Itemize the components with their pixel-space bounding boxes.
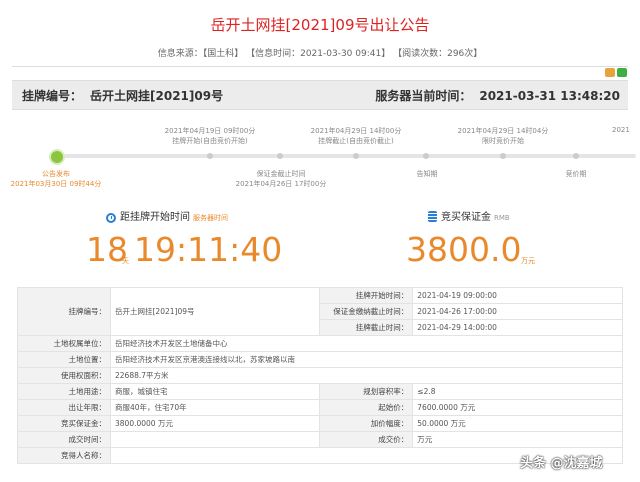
table-label: 成交时间： xyxy=(17,431,111,448)
coins-icon xyxy=(428,211,437,222)
deposit-unit: 万元 xyxy=(521,257,535,265)
table-value: 万元 xyxy=(412,431,623,448)
timeline-dot xyxy=(423,153,429,159)
article-meta: 信息来源：【国土科】 【信息时间：2021-03-30 09:41】 【阅读次数… xyxy=(0,46,640,59)
listing-number-value: 岳开土网挂[2021]09号 xyxy=(90,89,224,103)
timeline-top-date: 2021年04月19日 09时00分 xyxy=(164,127,256,135)
countdown-label: 距挂牌开始时间 xyxy=(120,212,190,223)
timeline-dot xyxy=(277,153,283,159)
table-label: 加价幅度： xyxy=(319,415,414,432)
table-value: 7600.0000 万元 xyxy=(412,399,623,416)
info-time-value: 2021-03-30 09:41】 xyxy=(300,49,391,59)
timeline-bottom-date: 2021年03月30日 09时44分 xyxy=(10,180,102,188)
timeline-dot xyxy=(353,153,359,159)
timeline-top-event: 挂牌开始(自由竞价开始) xyxy=(172,137,248,145)
source-label: 信息来源： xyxy=(157,49,203,59)
timeline-top-event: 限时竞价开始 xyxy=(482,137,524,145)
timeline-dot xyxy=(573,153,579,159)
table-value: 岳阳经济技术开发区京港澳连接线以北，苏家坡路以南 xyxy=(110,351,623,368)
timeline-bottom-event: 竞价期 xyxy=(565,170,587,178)
table-label: 使用权面积： xyxy=(17,367,111,384)
page-title: 岳开土网挂[2021]09号出让公告 xyxy=(210,16,430,34)
listing-number-label: 挂牌编号： xyxy=(22,89,83,103)
table-value: 2021-04-26 17:00:00 xyxy=(412,303,623,320)
table-label: 竞得人名称： xyxy=(17,447,111,464)
table-value: 商服40年，住宅70年 xyxy=(109,399,321,416)
divider xyxy=(12,66,628,67)
table-value: 2021-04-29 14:00:00 xyxy=(412,319,623,336)
share-wechat-icon[interactable] xyxy=(617,68,627,77)
table-label: 保证金缴纳截止时间： xyxy=(319,303,414,320)
table-label: 挂牌开始时间： xyxy=(319,287,414,304)
timeline-bottom-event: 保证金截止时间 xyxy=(256,170,306,178)
table-value: ≤2.8 xyxy=(412,383,623,400)
timeline-top-date: 2021年04月29日 14时04分 xyxy=(457,127,549,135)
server-time-label: 服务器当前时间： xyxy=(375,89,472,103)
timeline-top-event: 挂牌截止(自由竞价截止) xyxy=(318,137,394,145)
source-value: 【国土科】 xyxy=(202,49,244,59)
table-value: 50.0000 万元 xyxy=(412,415,623,432)
table-label: 出让年限： xyxy=(17,399,111,416)
server-time-value: 2021-03-31 13:48:20 xyxy=(479,89,620,103)
share-weibo-icon[interactable] xyxy=(605,68,615,77)
countdown-days-unit: 天 xyxy=(122,257,129,265)
table-value: 3800.0000 万元 xyxy=(109,415,321,432)
timeline-dot xyxy=(500,153,506,159)
info-time-label: 【信息时间： xyxy=(246,49,301,59)
listing-header: 挂牌编号： 岳开土网挂[2021]09号 服务器当前时间： 2021-03-31 1… xyxy=(12,80,628,110)
countdown-sub: 服务器时间 xyxy=(193,214,228,222)
table-label: 规划容积率： xyxy=(319,383,414,400)
timeline-bottom-date: 2021年04月26日 17时00分 xyxy=(235,180,327,188)
read-count-value: 296次】 xyxy=(447,49,483,59)
table-label: 土地位置： xyxy=(17,351,111,368)
timeline-track xyxy=(52,154,636,158)
deposit-sub: RMB xyxy=(494,214,510,222)
table-value: 岳开土网挂[2021]09号 xyxy=(109,287,321,336)
timeline-top-date: 2021 xyxy=(612,126,630,134)
deposit-value: 3800.0 xyxy=(406,230,522,269)
deposit-label: 竞买保证金 xyxy=(441,212,491,223)
timeline-bottom-event: 公告发布 xyxy=(42,170,70,178)
table-label: 土地权属单位： xyxy=(17,335,111,352)
table-value: 商服，城镇住宅 xyxy=(109,383,321,400)
countdown-time: 19:11:40 xyxy=(134,230,283,269)
table-label: 挂牌编号： xyxy=(17,287,111,336)
read-count-label: 【阅读次数： xyxy=(393,49,448,59)
table-label: 竞买保证金： xyxy=(17,415,111,432)
table-value: 2021-04-19 09:00:00 xyxy=(412,287,623,304)
table-label: 起始价： xyxy=(319,399,414,416)
deposit-label-block: 竞买保证金 RMB xyxy=(428,208,510,223)
table-value: 22688.7平方米 xyxy=(110,367,623,384)
table-label: 成交价： xyxy=(319,431,414,448)
timeline-dot-active xyxy=(49,149,65,165)
table-value: 岳阳经济技术开发区土地储备中心 xyxy=(110,335,623,352)
table-value xyxy=(109,431,321,448)
table-label: 土地用途： xyxy=(17,383,111,400)
timeline-bottom-event: 告知期 xyxy=(416,170,438,178)
watermark: 头条 @沈嘉城 xyxy=(520,456,603,471)
countdown-label-block: 距挂牌开始时间 服务器时间 xyxy=(106,208,228,223)
table-label: 挂牌截止时间： xyxy=(319,319,414,336)
timeline-dot xyxy=(207,153,213,159)
listing-info-table: 挂牌编号： 岳开土网挂[2021]09号 挂牌开始时间： 2021-04-19 … xyxy=(17,287,623,464)
timeline-top-date: 2021年04月29日 14时00分 xyxy=(310,127,402,135)
clock-icon xyxy=(106,213,116,223)
